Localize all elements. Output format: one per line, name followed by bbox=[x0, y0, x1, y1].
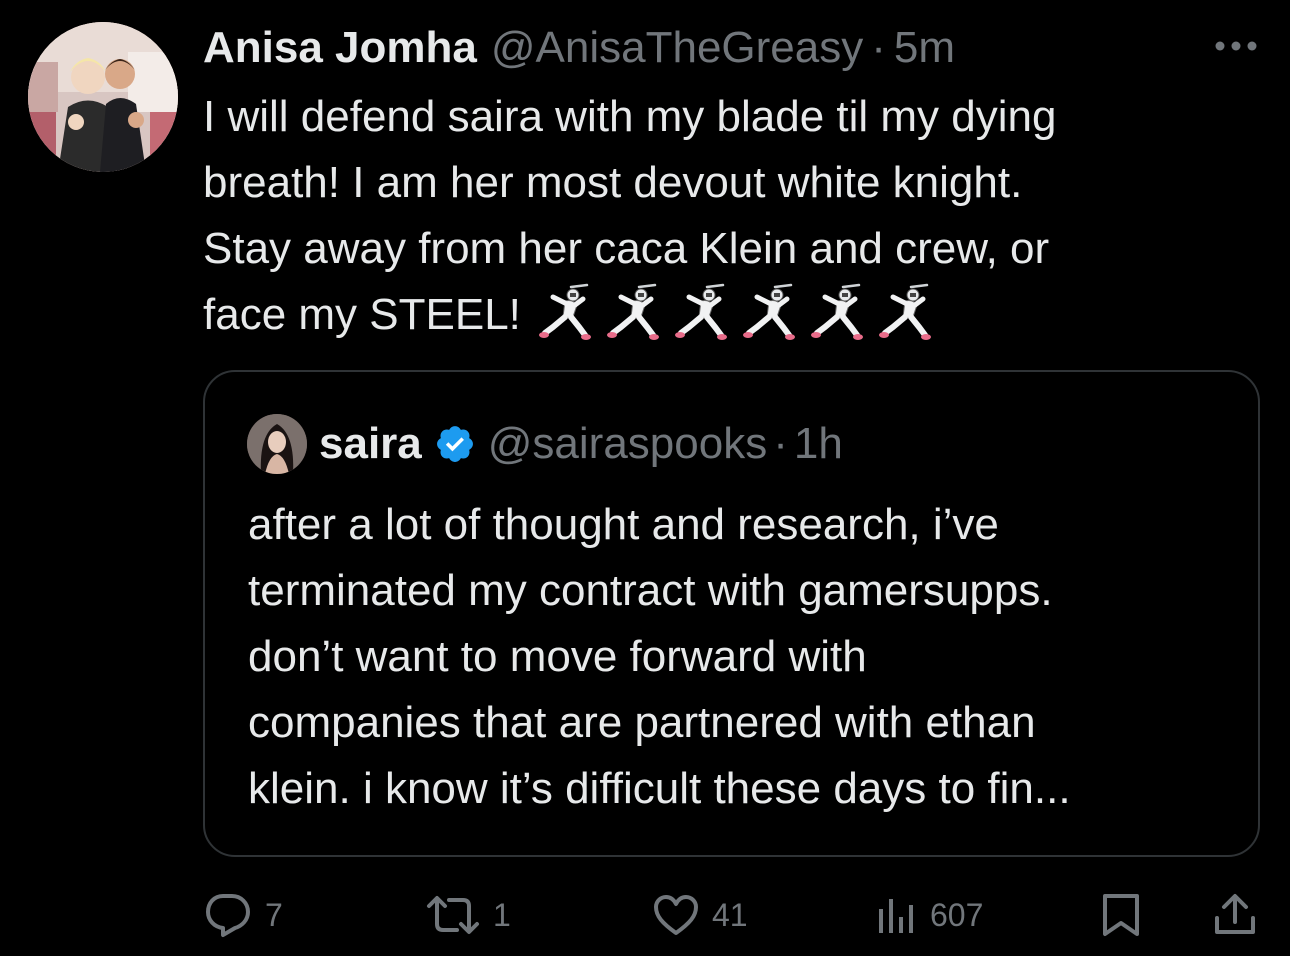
like-button[interactable]: 41 bbox=[652, 890, 748, 940]
fencer-emoji-icon bbox=[875, 281, 935, 341]
quoted-tweet[interactable]: saira @sairaspooks · 1h after a lot of t… bbox=[203, 370, 1260, 857]
quoted-text-line: klein. i know it’s difficult these days … bbox=[248, 764, 1071, 813]
views-chart-icon bbox=[879, 899, 913, 933]
fencer-emoji-icon bbox=[603, 281, 663, 341]
display-name[interactable]: Anisa Jomha bbox=[203, 20, 477, 76]
more-horizontal-icon bbox=[1215, 41, 1257, 51]
quoted-header: saira @sairaspooks · 1h bbox=[319, 416, 843, 472]
quoted-display-name[interactable]: saira bbox=[319, 419, 422, 469]
separator-dot: · bbox=[871, 23, 886, 72]
tweet-text: I will defend saira with my blade til my… bbox=[203, 84, 1243, 348]
share-button[interactable] bbox=[1212, 890, 1258, 940]
quoted-text-line: don’t want to move forward with bbox=[248, 632, 867, 681]
emoji-group bbox=[535, 281, 935, 341]
more-button[interactable] bbox=[1208, 26, 1264, 66]
share-icon bbox=[1215, 894, 1255, 934]
quoted-user-handle[interactable]: @sairaspooks bbox=[488, 419, 767, 469]
fencer-emoji-icon bbox=[535, 281, 595, 341]
tweet-text-line: breath! I am her most devout white knigh… bbox=[203, 158, 1023, 207]
quoted-separator-dot: · bbox=[773, 419, 788, 468]
retweet-icon bbox=[427, 896, 479, 934]
fencer-emoji-icon bbox=[739, 281, 799, 341]
fencer-emoji-icon bbox=[671, 281, 731, 341]
quoted-text-line: after a lot of thought and research, i’v… bbox=[248, 500, 999, 549]
bookmark-icon bbox=[1103, 894, 1139, 936]
reply-count: 7 bbox=[265, 896, 283, 933]
verified-badge-icon bbox=[434, 423, 476, 465]
tweet-text-line: Stay away from her caca Klein and crew, … bbox=[203, 224, 1050, 273]
like-count: 41 bbox=[712, 896, 748, 933]
heart-icon bbox=[654, 895, 698, 935]
user-handle[interactable]: @AnisaTheGreasy bbox=[491, 20, 863, 76]
views-count: 607 bbox=[930, 896, 984, 933]
fencer-emoji-icon bbox=[807, 281, 867, 341]
views-button[interactable]: 607 bbox=[876, 890, 983, 940]
quoted-avatar[interactable] bbox=[247, 414, 307, 474]
reply-icon bbox=[206, 894, 250, 937]
action-bar: 7 1 41 607 bbox=[0, 880, 1290, 950]
tweet-text-line-last: face my STEEL! bbox=[203, 282, 1243, 348]
quoted-text-line: terminated my contract with gamersupps. bbox=[248, 566, 1053, 615]
retweet-button[interactable]: 1 bbox=[425, 890, 511, 940]
quoted-timestamp[interactable]: 1h bbox=[794, 419, 843, 469]
timestamp[interactable]: 5m bbox=[894, 20, 955, 76]
avatar[interactable] bbox=[28, 22, 178, 172]
tweet-text-line: I will defend saira with my blade til my… bbox=[203, 92, 1057, 141]
reply-button[interactable]: 7 bbox=[203, 890, 283, 940]
quoted-text: after a lot of thought and research, i’v… bbox=[248, 492, 1238, 822]
quoted-text-line: companies that are partnered with ethan bbox=[248, 698, 1036, 747]
retweet-count: 1 bbox=[493, 896, 511, 933]
tweet[interactable]: Anisa Jomha @AnisaTheGreasy · 5m I will … bbox=[0, 0, 1290, 956]
bookmark-button[interactable] bbox=[1100, 890, 1142, 940]
tweet-header: Anisa Jomha @AnisaTheGreasy · 5m bbox=[203, 20, 955, 76]
